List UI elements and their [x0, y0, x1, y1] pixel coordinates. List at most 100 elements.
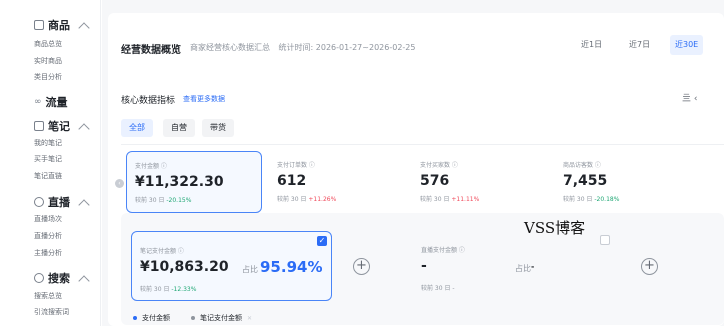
compare-value: +11.26% — [308, 196, 337, 203]
chevron-up-icon[interactable] — [78, 275, 90, 287]
scroll-left-icon[interactable]: ‹ — [115, 179, 124, 188]
compare-prefix: 较前 30 日 — [420, 196, 450, 203]
add-metric-icon[interactable]: + — [641, 258, 658, 275]
chevron-up-icon[interactable] — [78, 22, 90, 34]
sidebar-item-search-overview[interactable]: 搜索总览 — [34, 290, 62, 302]
legend-label: 笔记支付金额 — [200, 314, 242, 322]
sidebar-item-note-links[interactable]: 笔记直链 — [34, 170, 62, 182]
metric-value: 612 — [277, 173, 307, 189]
compare-prefix: 较前 30 日 — [135, 197, 165, 204]
close-icon[interactable]: ✕ — [247, 315, 252, 322]
sidebar-section-title: 搜索 — [48, 272, 70, 285]
sub-metric-card-live-payment[interactable]: 直播支付金额 ⓘ - 占比 - 较前 30 日 - — [413, 231, 614, 301]
sidebar-item-category-analysis[interactable]: 类目分析 — [34, 71, 62, 83]
sub-metric-value: ¥10,863.20 — [140, 259, 229, 275]
filter-all[interactable]: 全部 — [121, 119, 153, 137]
legend-item-payment[interactable]: 支付金额 — [133, 313, 170, 323]
legend-item-note-payment[interactable]: 笔记支付金额 ✕ — [191, 313, 252, 323]
sidebar-section-notes[interactable]: 笔记 — [34, 119, 70, 133]
compare-prefix: 较前 30 日 — [277, 196, 307, 203]
compare-value: +11.11% — [451, 196, 480, 203]
compare-value: -12.33% — [171, 286, 197, 293]
sidebar-item-live-analysis[interactable]: 直播分析 — [34, 230, 62, 242]
sidebar-item-search-keywords[interactable]: 引流搜索词 — [34, 306, 69, 318]
traffic-icon: ∞ — [34, 97, 42, 107]
sub-metric-card-note-payment[interactable]: ✓ 笔记支付金额 ⓘ ¥10,863.20 占比 95.94% 较前 30 日 … — [131, 231, 332, 301]
sidebar-section-products[interactable]: 商品 — [34, 18, 70, 32]
metric-compare: 较前 30 日 +11.11% — [420, 194, 479, 203]
search-icon — [34, 273, 44, 283]
sidebar-section-title: 直播 — [48, 196, 70, 209]
sidebar-item-realtime-product[interactable]: 实时商品 — [34, 55, 62, 67]
live-icon — [34, 197, 44, 207]
legend-label: 支付金额 — [142, 314, 170, 322]
sidebar-item-live-sessions[interactable]: 直播场次 — [34, 213, 62, 225]
sidebar: 商品 商品总览 实时商品 类目分析 ∞ 流量 笔记 我的笔记 买手笔记 笔记直链… — [0, 0, 101, 326]
filter-self-operated[interactable]: 自营 — [163, 119, 195, 137]
sidebar-section-search[interactable]: 搜索 — [34, 271, 70, 285]
watermark: VSS博客 — [524, 219, 586, 237]
divider — [121, 144, 724, 145]
stat-time: 统计时间: 2026-01-27~2026-02-25 — [278, 43, 416, 52]
product-icon — [34, 20, 44, 30]
range-button-1d[interactable]: 近1日 — [576, 35, 607, 55]
sub-metric-compare: 较前 30 日 -12.33% — [140, 284, 196, 293]
sub-metric-compare: 较前 30 日 - — [421, 283, 455, 292]
metric-card-orders[interactable]: 支付订单数 ⓘ 612 较前 30 日 +11.26% — [269, 151, 405, 213]
range-button-7d[interactable]: 近7日 — [624, 35, 655, 55]
legend-dot-icon — [191, 316, 195, 320]
compare-prefix: 较前 30 日 — [140, 286, 170, 293]
metric-value: 576 — [420, 173, 450, 189]
overview-subtitle: 商家经营核心数据汇总 统计时间: 2026-01-27~2026-02-25 — [190, 42, 415, 53]
metric-card-payment-amount[interactable]: 支付金额 ⓘ ¥11,322.30 较前 30 日 -20.15% — [126, 151, 262, 213]
share-value: - — [531, 262, 535, 271]
sidebar-section-title: 商品 — [48, 19, 70, 32]
sub-metric-value: - — [421, 258, 427, 274]
metric-card-buyers[interactable]: 支付买家数 ⓘ 576 较前 30 日 +11.11% — [412, 151, 548, 213]
metric-label: 支付订单数 ⓘ — [277, 162, 315, 169]
sidebar-section-traffic[interactable]: ∞ 流量 — [34, 95, 68, 109]
compare-prefix: 较前 30 日 — [421, 285, 451, 292]
metric-label: 支付金额 ⓘ — [135, 163, 167, 170]
metric-value: 7,455 — [563, 173, 608, 189]
metric-card-visitors[interactable]: 商品访客数 ⓘ 7,455 较前 30 日 -20.18% — [555, 151, 691, 213]
sidebar-item-buyer-notes[interactable]: 买手笔记 — [34, 153, 62, 165]
share-value: 95.94% — [260, 258, 323, 276]
metric-compare: 较前 30 日 +11.26% — [277, 194, 336, 203]
share-label: 占比 — [515, 264, 531, 273]
main-area: 经营数据概览 商家经营核心数据汇总 统计时间: 2026-01-27~2026-… — [102, 0, 724, 326]
metric-compare: 较前 30 日 -20.18% — [563, 194, 619, 203]
settings-icon[interactable]: 亖 ‹ — [682, 91, 697, 104]
compare-value: -20.15% — [166, 197, 192, 204]
range-button-30d[interactable]: 近30E — [670, 35, 704, 55]
chevron-up-icon[interactable] — [78, 199, 90, 211]
share-label: 占比 — [242, 265, 258, 274]
sidebar-item-my-notes[interactable]: 我的笔记 — [34, 137, 62, 149]
metric-compare: 较前 30 日 -20.15% — [135, 195, 191, 204]
sub-metric-label: 直播支付金额 ⓘ — [421, 247, 465, 254]
filter-affiliate[interactable]: 带货 — [202, 119, 234, 137]
metric-label: 商品访客数 ⓘ — [563, 162, 601, 169]
page-title: 经营数据概览 — [121, 45, 181, 56]
metric-label: 支付买家数 ⓘ — [420, 162, 458, 169]
sub-metric-label: 笔记支付金额 ⓘ — [140, 248, 184, 255]
add-metric-icon[interactable]: + — [353, 258, 370, 275]
compare-prefix: 较前 30 日 — [563, 196, 593, 203]
sidebar-section-live[interactable]: 直播 — [34, 195, 70, 209]
sidebar-item-product-overview[interactable]: 商品总览 — [34, 38, 62, 50]
compare-value: -20.18% — [594, 196, 620, 203]
chevron-up-icon[interactable] — [78, 123, 90, 135]
compare-value: - — [452, 285, 455, 292]
overview-description: 商家经营核心数据汇总 — [190, 43, 270, 52]
checkbox-checked-icon[interactable]: ✓ — [317, 236, 327, 246]
metric-value: ¥11,322.30 — [135, 174, 224, 190]
sidebar-section-title: 流量 — [45, 96, 68, 109]
sidebar-section-title: 笔记 — [48, 120, 70, 133]
note-icon — [34, 121, 44, 131]
breakdown-panel: ✓ 笔记支付金额 ⓘ ¥10,863.20 占比 95.94% 较前 30 日 … — [121, 213, 724, 325]
sidebar-item-host-analysis[interactable]: 主播分析 — [34, 247, 62, 259]
more-data-link[interactable]: 查看更多数据 — [183, 94, 225, 104]
checkbox-icon[interactable] — [600, 235, 610, 245]
legend-dot-icon — [133, 316, 137, 320]
core-metrics-title: 核心数据指标 — [121, 96, 176, 106]
